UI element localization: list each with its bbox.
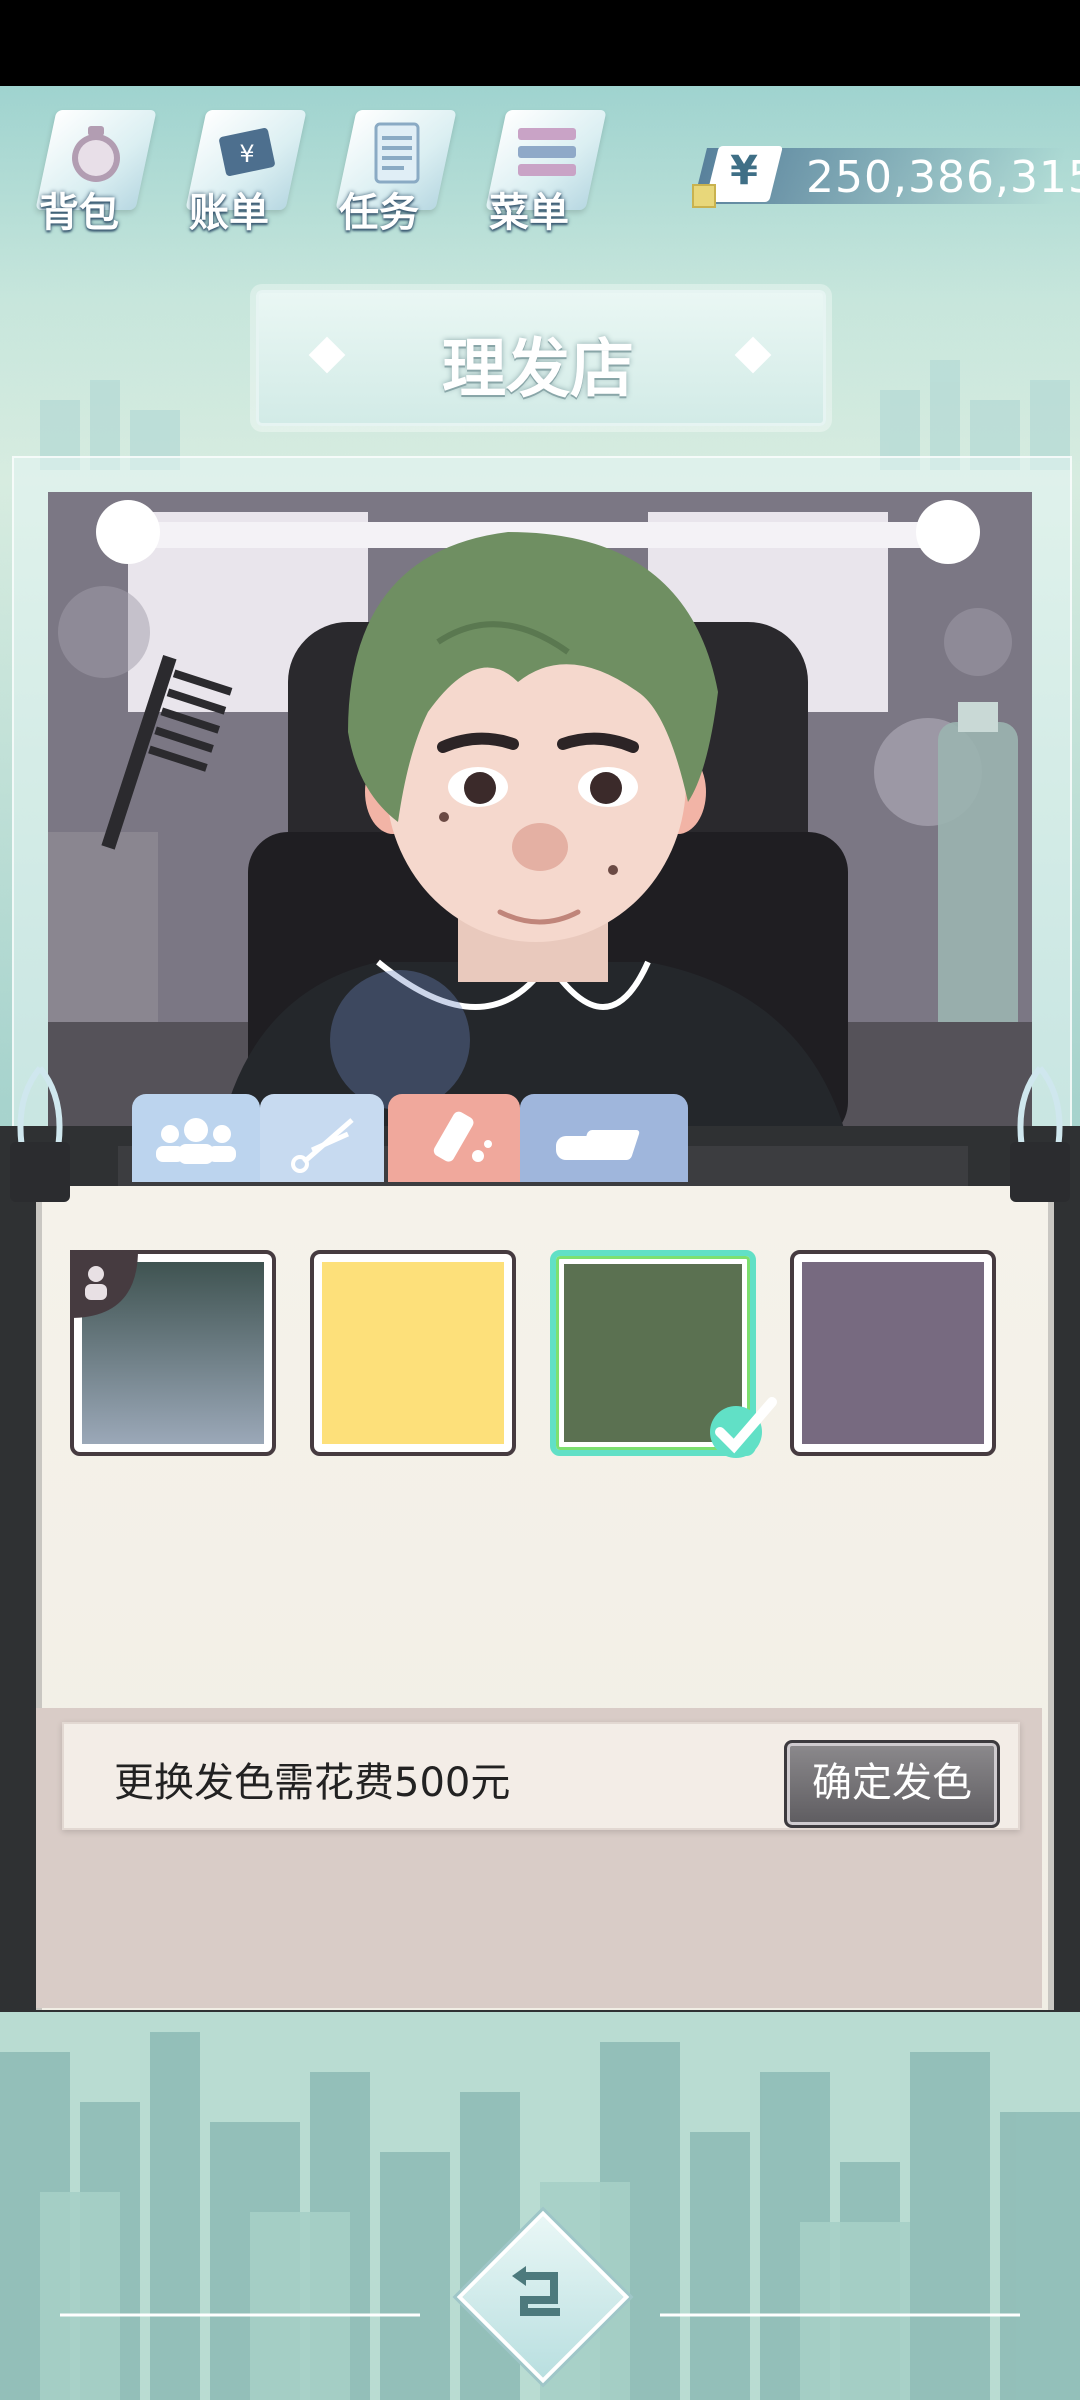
- nav-label: 菜单: [489, 190, 569, 236]
- people-icon: [156, 1118, 236, 1164]
- nav-label: 背包: [39, 190, 119, 236]
- tab-hair-dye[interactable]: [388, 1094, 520, 1182]
- selected-check-icon: [710, 1397, 777, 1458]
- nav-label: 账单: [189, 190, 269, 236]
- nav-task-button[interactable]: 任务: [324, 96, 464, 236]
- nav-label: 任务: [339, 190, 419, 236]
- backpack-icon: [72, 126, 120, 182]
- scissors-icon: [291, 1118, 354, 1173]
- yen-icon: ¥: [730, 148, 758, 194]
- character-scene: [48, 492, 1032, 1142]
- swatch-mauve[interactable]: [790, 1250, 996, 1456]
- nav-bill-button[interactable]: ¥ 账单: [174, 96, 314, 236]
- swatch-fill: [322, 1262, 504, 1444]
- currency-amount: 250,386,315: [806, 152, 1080, 203]
- binder-clip-icon: [10, 1066, 70, 1202]
- price-info-text: 更换发色需花费500元: [114, 1760, 511, 1806]
- nav-menu-button[interactable]: 菜单: [474, 96, 614, 236]
- bill-icon: ¥: [219, 127, 275, 177]
- task-icon: [374, 122, 420, 184]
- binder-clip-icon: [1010, 1066, 1070, 1202]
- nav-backpack-button[interactable]: 背包: [24, 96, 164, 236]
- tab-eraser[interactable]: [520, 1094, 688, 1182]
- swatch-fill: [802, 1262, 984, 1444]
- tab-people[interactable]: [132, 1094, 260, 1182]
- original-color-badge-icon: [70, 1250, 138, 1318]
- svg-text:¥: ¥: [239, 140, 254, 168]
- swatch-yellow[interactable]: [310, 1250, 516, 1456]
- hair-dye-icon: [433, 1111, 492, 1162]
- character-preview: [48, 492, 1032, 1142]
- status-bar: [0, 0, 1080, 86]
- menu-icon: [518, 128, 576, 176]
- page-title: 理发店: [442, 333, 634, 407]
- coin-icon: [692, 184, 716, 208]
- eraser-icon: [556, 1130, 640, 1160]
- back-arrow-icon: [512, 2266, 560, 2316]
- confirm-color-button[interactable]: 确定发色: [784, 1740, 1000, 1828]
- tab-scissors[interactable]: [260, 1094, 384, 1182]
